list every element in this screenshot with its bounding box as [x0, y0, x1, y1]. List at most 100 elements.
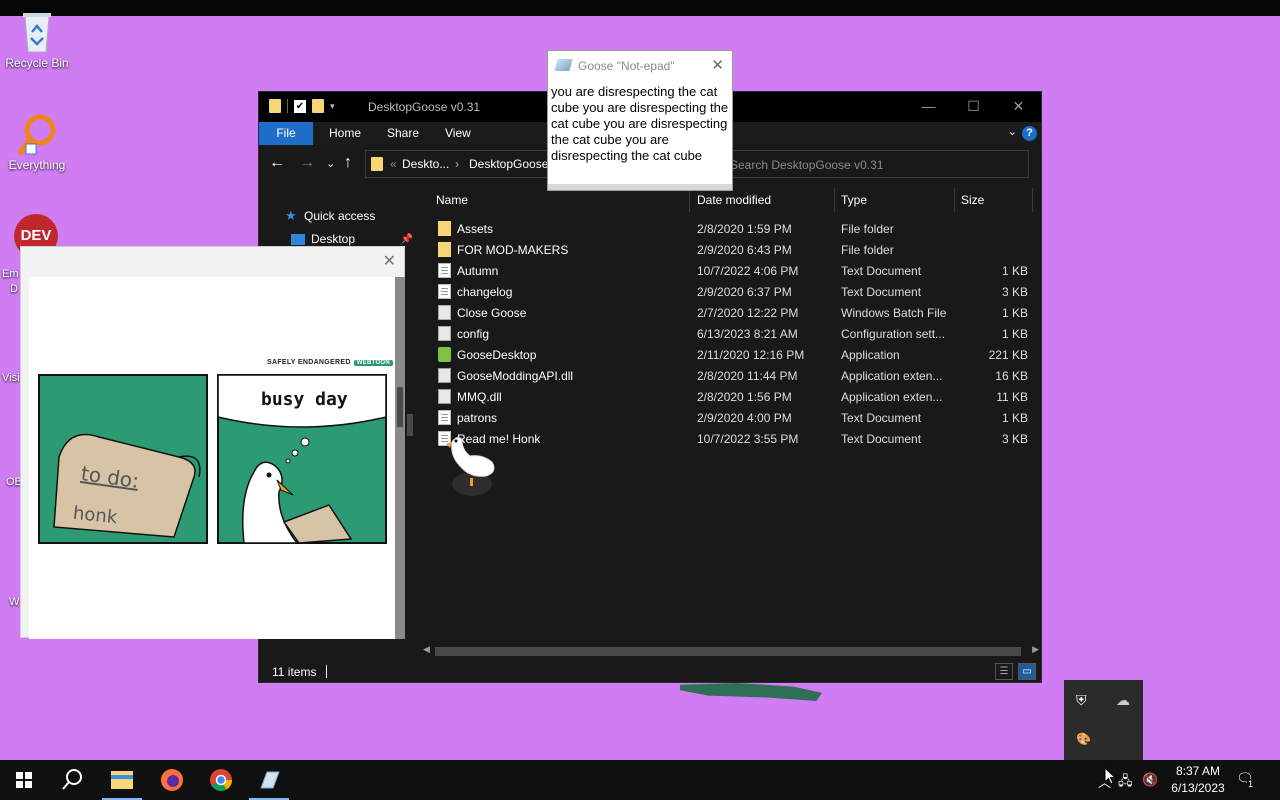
- file-row[interactable]: Assets 2/8/2020 1:59 PM File folder: [436, 218, 1036, 239]
- notification-center-button[interactable]: 🗨 1: [1236, 770, 1258, 790]
- file-row[interactable]: GooseDesktop 2/11/2020 12:16 PM Applicat…: [436, 344, 1036, 365]
- help-icon[interactable]: ?: [1022, 126, 1037, 141]
- tab-share[interactable]: Share: [387, 122, 419, 145]
- notepad-icon: [554, 59, 573, 71]
- taskbar-file-explorer[interactable]: [98, 760, 146, 800]
- desktop-goose-sprite[interactable]: [440, 432, 500, 500]
- horizontal-scrollbar[interactable]: ◀ ▶: [421, 644, 1041, 658]
- breadcrumb-desktopgoose[interactable]: DesktopGoose: [469, 157, 548, 171]
- column-divider[interactable]: [834, 188, 835, 212]
- file-row[interactable]: Close Goose 2/7/2020 12:22 PM Windows Ba…: [436, 302, 1036, 323]
- start-button[interactable]: [0, 760, 48, 800]
- notepad-text[interactable]: you are disrespecting the cat cube you a…: [549, 83, 731, 165]
- maximize-button[interactable]: ☐: [951, 92, 996, 122]
- file-name: MMQ.dll: [457, 390, 502, 404]
- taskbar-firefox[interactable]: [148, 760, 196, 800]
- mouse-pointer-icon: [1104, 767, 1116, 785]
- desktop-icon-recycle-bin[interactable]: Recycle Bin: [0, 8, 74, 70]
- column-divider[interactable]: [954, 188, 955, 212]
- new-folder-icon[interactable]: [312, 99, 324, 113]
- breadcrumb-desktop[interactable]: Deskto...: [402, 157, 449, 171]
- properties-icon[interactable]: ✔: [294, 99, 306, 113]
- scrollbar-thumb[interactable]: [397, 387, 403, 427]
- file-size: 1 KB: [1001, 264, 1028, 278]
- taskbar-chrome[interactable]: [197, 760, 245, 800]
- onedrive-offline-icon[interactable]: ☁: [1116, 692, 1130, 709]
- recent-locations-icon[interactable]: ⌄: [326, 157, 335, 170]
- volume-muted-icon[interactable]: 🔇: [1142, 772, 1158, 788]
- meme-window: ✕ SAFELY ENDANGERED WEBTOON to do: honk b…: [20, 246, 405, 639]
- file-row[interactable]: Read me! Honk 10/7/2022 3:55 PM Text Doc…: [436, 428, 1036, 449]
- file-date: 2/9/2020 4:00 PM: [697, 411, 792, 425]
- text-cursor: [326, 665, 327, 678]
- pin-icon[interactable]: 📌: [401, 234, 413, 245]
- scroll-right-icon[interactable]: ▶: [1032, 644, 1039, 655]
- tab-view[interactable]: View: [445, 122, 471, 145]
- chevron-down-icon[interactable]: ▾: [330, 101, 335, 112]
- color-wheel-icon[interactable]: 🎨: [1076, 732, 1091, 746]
- details-view-icon[interactable]: ☰: [995, 663, 1013, 680]
- breadcrumb-separator: ›: [455, 157, 459, 171]
- meme-scrollbar[interactable]: [395, 277, 405, 639]
- file-row[interactable]: config 6/13/2023 8:21 AM Configuration s…: [436, 323, 1036, 344]
- recycle-bin-icon: [23, 13, 51, 53]
- column-name[interactable]: Name: [436, 193, 468, 207]
- nav-desktop[interactable]: Desktop: [291, 232, 411, 246]
- expand-ribbon-icon[interactable]: ⌄: [1008, 125, 1017, 138]
- nav-label: Desktop: [311, 232, 356, 246]
- tab-file[interactable]: File: [259, 122, 313, 145]
- search-icon: [62, 769, 82, 790]
- notepad-title-bar[interactable]: Goose "Not-epad" ✕: [548, 51, 732, 81]
- search-button[interactable]: [48, 760, 96, 800]
- security-shield-icon[interactable]: ⛨: [1076, 692, 1087, 709]
- file-date: 10/7/2022 4:06 PM: [697, 264, 799, 278]
- file-row[interactable]: Autumn 10/7/2022 4:06 PM Text Document 1…: [436, 260, 1036, 281]
- text-file-icon: [438, 284, 451, 299]
- close-button[interactable]: ✕: [996, 92, 1041, 122]
- tab-home[interactable]: Home: [329, 122, 361, 145]
- app-icon: [438, 347, 451, 362]
- network-icon[interactable]: 🖧: [1118, 772, 1133, 794]
- clock[interactable]: 8:37 AM 6/13/2023: [1160, 763, 1236, 797]
- file-row[interactable]: GooseModdingAPI.dll 2/8/2020 11:44 PM Ap…: [436, 365, 1036, 386]
- column-type[interactable]: Type: [841, 193, 867, 207]
- file-type: File folder: [841, 243, 894, 257]
- back-arrow-icon[interactable]: ←: [269, 154, 285, 172]
- dll-icon: [438, 368, 451, 383]
- minimize-button[interactable]: —: [906, 92, 951, 122]
- file-row[interactable]: changelog 2/9/2020 6:37 PM Text Document…: [436, 281, 1036, 302]
- notepad-title: Goose "Not-epad": [578, 59, 675, 73]
- column-divider[interactable]: [1032, 188, 1033, 212]
- nav-quick-access[interactable]: ★ Quick access: [285, 208, 375, 224]
- nav-scrollbar[interactable]: [407, 414, 413, 436]
- goose-mud-trail: [680, 683, 822, 701]
- comic-caption: busy day: [261, 389, 348, 410]
- scroll-left-icon[interactable]: ◀: [423, 644, 430, 655]
- file-row[interactable]: FOR MOD-MAKERS 2/9/2020 6:43 PM File fol…: [436, 239, 1036, 260]
- file-row[interactable]: MMQ.dll 2/8/2020 1:56 PM Application ext…: [436, 386, 1036, 407]
- svg-text:DEV: DEV: [21, 227, 52, 244]
- file-row[interactable]: patrons 2/9/2020 4:00 PM Text Document 1…: [436, 407, 1036, 428]
- scrollbar-thumb[interactable]: [435, 647, 1021, 656]
- desktop-icon-label: Recycle Bin: [5, 56, 69, 70]
- file-name: Assets: [457, 222, 494, 236]
- file-date: 2/8/2020 1:59 PM: [697, 222, 792, 236]
- taskbar: ︿ 🖧 🔇 8:37 AM 6/13/2023 🗨 1: [0, 760, 1280, 800]
- top-black-bar: [0, 0, 1280, 16]
- up-arrow-icon[interactable]: ↑: [344, 154, 352, 172]
- close-icon[interactable]: ✕: [383, 251, 396, 271]
- large-icons-view-icon[interactable]: ▭: [1018, 663, 1036, 680]
- address-overflow[interactable]: «: [390, 157, 397, 171]
- column-date-modified[interactable]: Date modified: [697, 193, 771, 207]
- desktop-icon-label: Everything: [8, 158, 66, 172]
- taskbar-notepad[interactable]: [245, 760, 293, 800]
- window-title: DesktopGoose v0.31: [368, 100, 481, 114]
- clock-time: 8:37 AM: [1175, 764, 1221, 778]
- desktop-icon-everything[interactable]: Everything: [0, 112, 74, 172]
- search-input[interactable]: Search DesktopGoose v0.31: [721, 150, 1029, 178]
- column-divider[interactable]: [689, 188, 690, 212]
- close-icon[interactable]: ✕: [711, 56, 724, 74]
- forward-arrow-icon[interactable]: →: [299, 154, 315, 172]
- column-size[interactable]: Size: [961, 193, 984, 207]
- gear-file-icon: [438, 326, 451, 341]
